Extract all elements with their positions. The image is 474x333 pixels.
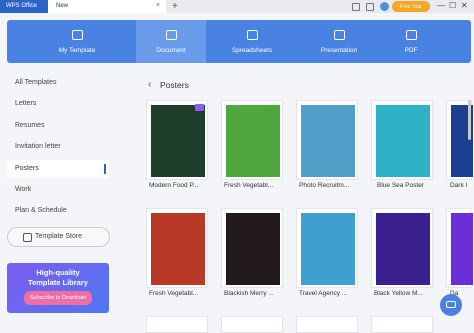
sidebar-item-work[interactable]: Work (15, 186, 31, 193)
template-thumbnail (226, 213, 280, 285)
maximize-button[interactable]: ☐ (449, 1, 456, 10)
template-card[interactable] (221, 100, 283, 180)
template-card-label: Travel Agency ... (299, 290, 348, 297)
template-card[interactable] (296, 100, 358, 180)
pdf-icon (405, 30, 417, 40)
store-icon (23, 233, 32, 242)
section-title: Posters (160, 80, 189, 90)
promo-banner[interactable]: High-quality Template Library Subscribe … (7, 263, 109, 313)
chat-icon (446, 301, 456, 308)
minimize-button[interactable]: — (437, 1, 445, 10)
template-card-label: Modern Food P... (149, 182, 199, 189)
template-card[interactable] (146, 100, 208, 180)
template-thumbnail (226, 105, 280, 177)
window-layout-icon[interactable] (352, 2, 360, 11)
template-card[interactable] (296, 316, 358, 333)
tab-new-label: New (56, 3, 69, 9)
template-card[interactable] (446, 208, 473, 288)
category-spreadsheets[interactable]: Spreadsheets (217, 20, 287, 63)
template-card[interactable] (296, 208, 358, 288)
template-thumbnail (301, 213, 355, 285)
category-label: My Template (58, 47, 96, 54)
template-card-label: Black Yellow M... (374, 290, 423, 297)
template-store-button[interactable]: Template Store (7, 227, 110, 247)
avatar[interactable] (380, 2, 389, 11)
template-card-label: Fresh Vegetabl... (224, 182, 274, 189)
category-label: Document (156, 47, 186, 54)
category-label: Spreadsheets (231, 47, 273, 54)
tab-wps-office[interactable]: WPS Office (0, 0, 48, 13)
chat-button[interactable] (440, 294, 462, 316)
spreadsheet-icon (246, 30, 258, 40)
subscribe-button[interactable]: Subscribe to Download (23, 291, 93, 305)
title-bar: WPS Office New × + Free Trial — ☐ ✕ (0, 0, 474, 13)
template-card[interactable] (146, 208, 208, 288)
sidebar-item-label: Posters (15, 165, 39, 172)
template-thumbnail (451, 213, 473, 285)
template-thumbnail (301, 105, 355, 177)
template-thumbnail (376, 213, 430, 285)
template-card[interactable] (371, 208, 433, 288)
free-trial-button[interactable]: Free Trial (392, 1, 430, 12)
tab-wps-office-label: WPS Office (6, 3, 37, 9)
template-card-label: Fresh Vegetabl... (149, 290, 199, 297)
category-bar: My Template Document Spreadsheets Presen… (7, 20, 471, 63)
sidebar-item-all-templates[interactable]: All Templates (15, 79, 57, 86)
template-card-label: Dark I (450, 182, 468, 189)
star-icon (71, 30, 83, 40)
scrollbar[interactable] (468, 100, 471, 140)
promo-line-2: Template Library (28, 278, 88, 287)
template-store-label: Template Store (35, 233, 83, 240)
sidebar-item-posters[interactable]: Posters (7, 160, 109, 178)
template-card[interactable] (371, 316, 433, 333)
sidebar-item-plan-schedule[interactable]: Plan & Schedule (15, 207, 67, 214)
sidebar-item-resumes[interactable]: Resumes (15, 122, 45, 129)
promo-line-1: High-quality (36, 268, 80, 277)
free-trial-label: Free Trial (400, 4, 422, 10)
presentation-icon (333, 30, 345, 40)
sidebar-item-invitation-letter[interactable]: Invitation letter (15, 143, 61, 150)
category-presentation[interactable]: Presentation (304, 20, 374, 63)
template-thumbnail (151, 213, 205, 285)
tab-new[interactable]: New × (48, 0, 166, 13)
template-card-label: Blue Sea Poster (377, 182, 424, 189)
close-tab-icon[interactable]: × (156, 2, 160, 9)
template-card[interactable] (221, 316, 283, 333)
template-card-label: Blackish Merry ... (224, 290, 274, 297)
template-thumbnail (376, 105, 430, 177)
template-card[interactable] (371, 100, 433, 180)
category-label: Presentation (320, 47, 358, 54)
skin-icon[interactable] (366, 2, 374, 11)
template-card[interactable] (146, 316, 208, 333)
category-document[interactable]: Document (136, 20, 206, 63)
template-thumbnail (151, 105, 205, 177)
premium-badge-icon (195, 104, 204, 111)
active-indicator (104, 164, 106, 174)
add-tab-button[interactable]: + (172, 1, 178, 12)
category-label: PDF (404, 47, 418, 54)
document-icon (165, 30, 177, 40)
close-window-button[interactable]: ✕ (461, 1, 468, 10)
category-pdf[interactable]: PDF (376, 20, 446, 63)
back-button[interactable]: ‹ (148, 79, 151, 90)
template-card-label: Photo Recruitm... (299, 182, 350, 189)
category-my-template[interactable]: My Template (42, 20, 112, 63)
template-card[interactable] (221, 208, 283, 288)
sidebar-item-letters[interactable]: Letters (15, 100, 36, 107)
